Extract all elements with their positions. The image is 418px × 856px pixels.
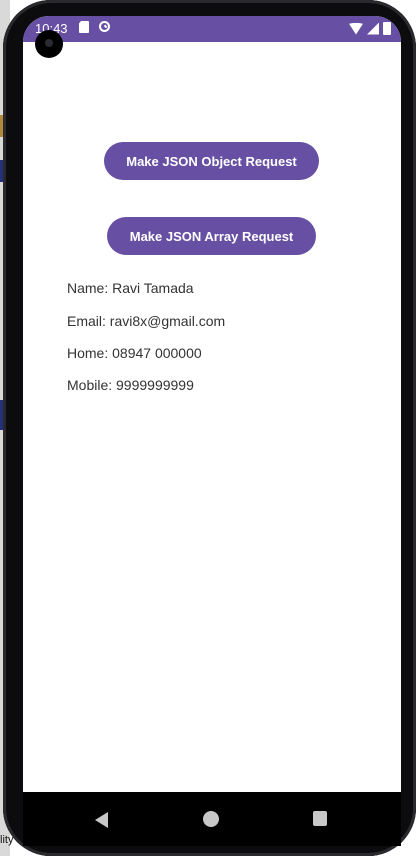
make-json-array-request-button[interactable]: Make JSON Array Request (107, 217, 316, 255)
battery-icon (383, 22, 391, 35)
navigation-bar (23, 792, 401, 846)
contact-email: Email: ravi8x@gmail.com (67, 313, 226, 329)
contact-name: Name: Ravi Tamada (67, 280, 194, 296)
contact-mobile-phone: Mobile: 9999999999 (67, 377, 194, 393)
notification-icons (79, 21, 110, 33)
home-icon[interactable] (203, 811, 219, 827)
signal-icon (367, 22, 379, 35)
status-bar: 10:43 (23, 16, 401, 42)
front-camera-icon (35, 30, 63, 58)
sync-icon (99, 21, 110, 32)
system-icons (349, 22, 391, 35)
recents-icon[interactable] (313, 811, 327, 826)
wifi-icon (349, 22, 363, 35)
contact-home-phone: Home: 08947 000000 (67, 345, 202, 361)
back-icon[interactable] (95, 812, 108, 828)
app-screen: 10:43 Make JSON Object Request Make JSON… (23, 16, 401, 846)
phone-frame: 10:43 Make JSON Object Request Make JSON… (3, 0, 416, 856)
sd-card-icon (79, 21, 89, 33)
make-json-object-request-button[interactable]: Make JSON Object Request (104, 142, 319, 180)
